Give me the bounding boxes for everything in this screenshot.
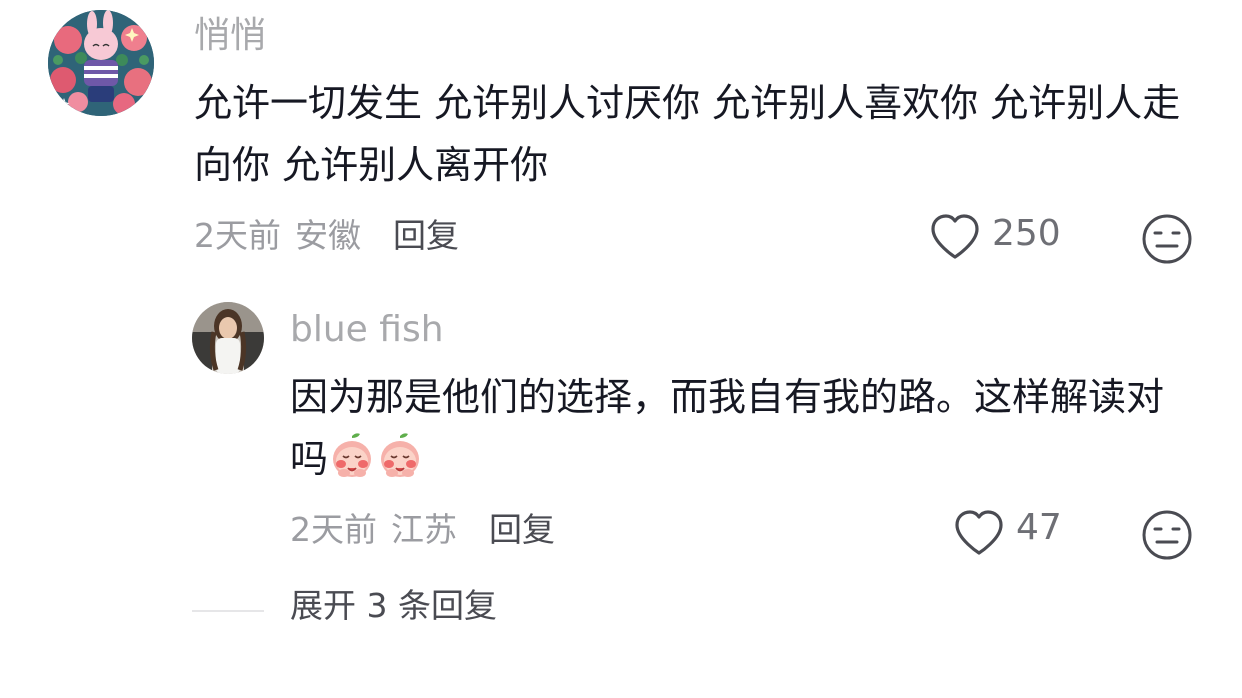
comment-avatar[interactable] [48,10,154,116]
pink-rabbit-avatar-icon [48,10,154,116]
comment-like-count: 250 [992,213,1061,254]
reply-like-count: 47 [1016,507,1062,548]
reply-time: 2天前 [290,510,377,549]
reply-item: blue fish 因为那是他们的选择，而我自有我的路。这样解读对吗 2天前 江… [0,290,1242,580]
reply-username[interactable]: blue fish [290,308,444,352]
neutral-face-icon [1142,510,1192,560]
girl-photo-avatar-icon [192,302,264,374]
reply-text-block: 因为那是他们的选择，而我自有我的路。这样解读对吗 [290,366,1200,498]
comment-text: 允许一切发生 允许别人讨厌你 允许别人喜欢你 允许别人走向你 允许别人离开你 [194,81,1181,187]
heart-outline-icon [931,214,979,259]
reply-reply-button[interactable]: 回复 [489,510,555,550]
reply-meta: 2天前 江苏 回复 [290,510,555,550]
comment-location: 安徽 [295,216,361,255]
blush-emoji-icon [328,432,376,498]
comment-username[interactable]: 悄悄 [194,14,266,58]
heart-outline-icon [955,510,1003,555]
reply-avatar[interactable] [192,302,264,374]
reply-location: 江苏 [391,510,457,549]
comment-dislike-button[interactable] [1140,212,1194,266]
comment-item: 悄悄 允许一切发生 允许别人讨厌你 允许别人喜欢你 允许别人走向你 允许别人离开… [0,0,1242,280]
reply-like-button[interactable] [952,508,1006,558]
reply-dislike-button[interactable] [1140,508,1194,562]
expand-replies-button[interactable]: 展开 3 条回复 [290,586,497,626]
expand-divider [192,610,264,612]
comment-like-button[interactable] [928,212,982,262]
blush-emoji-icon [376,432,424,498]
comment-reply-button[interactable]: 回复 [393,216,459,256]
comment-time: 2天前 [194,216,281,255]
neutral-face-icon [1142,214,1192,264]
comment-meta: 2天前 安徽 回复 [194,216,459,256]
